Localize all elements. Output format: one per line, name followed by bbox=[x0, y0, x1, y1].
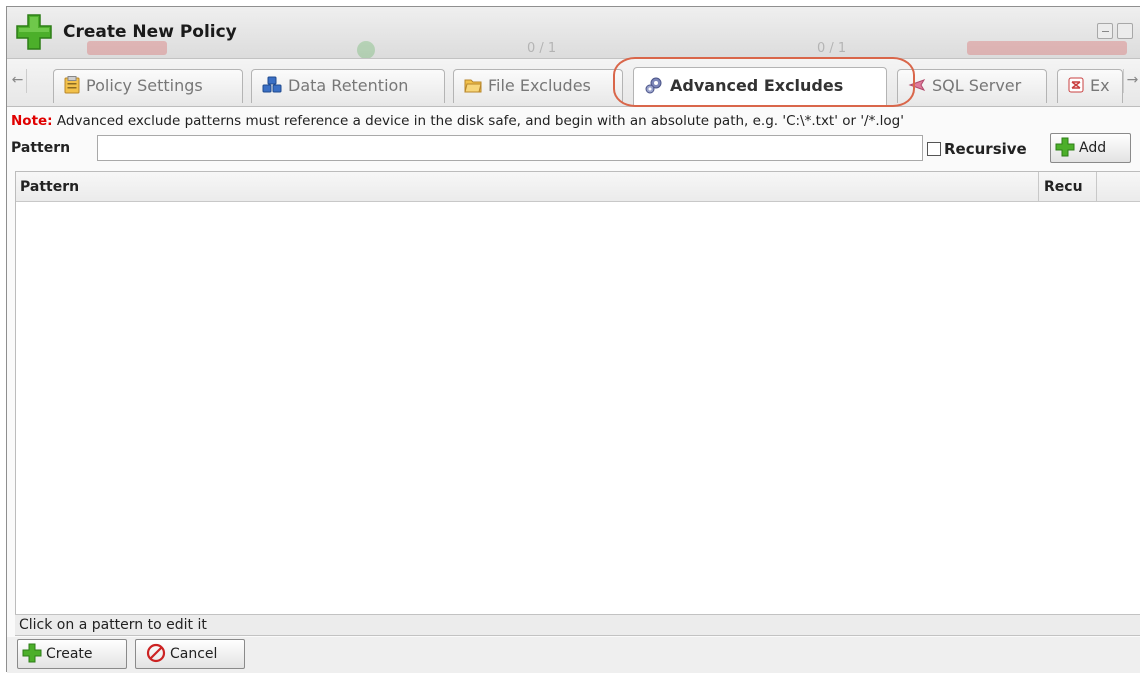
create-policy-dialog: 0 / 10 / 1 Create New Policy ← Policy Se… bbox=[6, 6, 1140, 673]
note-text: Note: Advanced exclude patterns must ref… bbox=[11, 113, 1140, 129]
cancel-button[interactable]: Cancel bbox=[135, 639, 245, 669]
tab-label: SQL Server bbox=[932, 76, 1022, 95]
tab-exchange[interactable]: Ex bbox=[1057, 69, 1123, 103]
create-button[interactable]: Create bbox=[17, 639, 127, 669]
gear-icon bbox=[645, 77, 662, 94]
add-button[interactable]: Add bbox=[1050, 133, 1131, 163]
note-lead: Note: bbox=[11, 113, 53, 129]
note-body: Advanced exclude patterns must reference… bbox=[52, 113, 904, 129]
tab-label: Advanced Excludes bbox=[670, 76, 844, 95]
recursive-checkbox-wrap[interactable]: Recursive bbox=[927, 140, 1027, 158]
column-header-pattern[interactable]: Pattern bbox=[20, 179, 79, 195]
stack-icon bbox=[262, 76, 282, 93]
add-button-label: Add bbox=[1079, 140, 1107, 156]
pattern-form: Pattern Recursive Add bbox=[7, 133, 1140, 165]
tab-sql-server[interactable]: SQL Server bbox=[897, 69, 1047, 103]
tab-scroll-left-arrow-icon[interactable]: ← bbox=[9, 69, 27, 93]
tab-strip: ← Policy Settings Data Retention File Ex… bbox=[7, 59, 1140, 107]
pattern-grid[interactable]: Pattern Recu bbox=[15, 171, 1140, 614]
close-button[interactable] bbox=[1117, 23, 1133, 39]
tab-label: Data Retention bbox=[288, 76, 409, 95]
grid-header: Pattern Recu bbox=[16, 172, 1140, 202]
minimize-button[interactable] bbox=[1097, 23, 1113, 39]
cancel-button-label: Cancel bbox=[170, 646, 218, 662]
column-divider[interactable] bbox=[1096, 172, 1097, 202]
create-button-label: Create bbox=[46, 646, 93, 662]
column-divider[interactable] bbox=[1038, 172, 1039, 202]
folder-icon bbox=[464, 79, 482, 93]
recursive-label: Recursive bbox=[944, 140, 1027, 158]
tab-scroll-right-arrow-icon[interactable]: → bbox=[1123, 69, 1140, 93]
clipboard-icon bbox=[64, 76, 80, 94]
tab-data-retention[interactable]: Data Retention bbox=[251, 69, 445, 103]
recursive-checkbox[interactable] bbox=[927, 142, 941, 156]
tab-advanced-excludes[interactable]: Advanced Excludes bbox=[633, 67, 887, 105]
tab-policy-settings[interactable]: Policy Settings bbox=[53, 69, 243, 103]
plus-icon bbox=[22, 643, 42, 662]
background-toolbar-ghost: 0 / 10 / 1 bbox=[67, 41, 1140, 58]
plus-icon bbox=[16, 14, 52, 50]
pattern-input[interactable] bbox=[97, 135, 923, 161]
dialog-title: Create New Policy bbox=[63, 22, 237, 42]
database-icon bbox=[908, 79, 926, 91]
cancel-icon bbox=[146, 643, 166, 662]
dialog-footer: Create Cancel bbox=[7, 637, 1140, 673]
tab-label: File Excludes bbox=[488, 76, 591, 95]
status-bar: Click on a pattern to edit it bbox=[15, 614, 1140, 636]
title-bar[interactable]: 0 / 10 / 1 Create New Policy bbox=[7, 7, 1140, 59]
plus-icon bbox=[1055, 137, 1075, 156]
tab-label: Policy Settings bbox=[86, 76, 203, 95]
tab-label: Ex bbox=[1090, 76, 1110, 95]
pattern-label: Pattern bbox=[11, 140, 71, 156]
exchange-icon bbox=[1068, 77, 1084, 93]
tab-file-excludes[interactable]: File Excludes bbox=[453, 69, 623, 103]
column-header-recursive[interactable]: Recu bbox=[1044, 179, 1083, 195]
